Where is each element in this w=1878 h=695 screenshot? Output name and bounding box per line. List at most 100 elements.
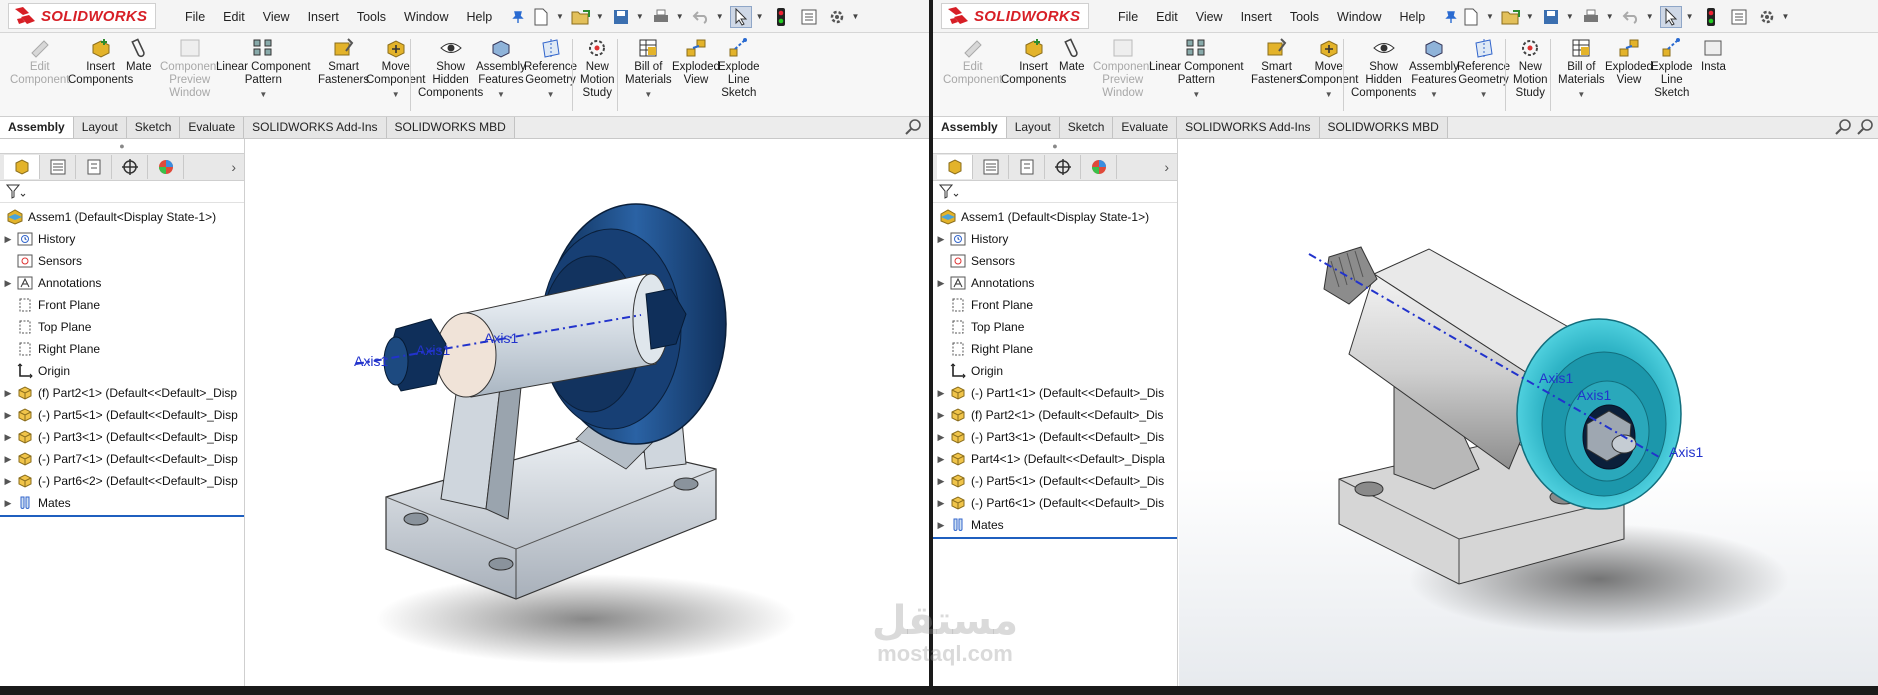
chevron-down-icon[interactable]: ▼ xyxy=(676,12,684,21)
expand-arrow-icon[interactable]: ▶ xyxy=(933,410,949,421)
axis-label[interactable]: Axis1 xyxy=(1669,444,1703,460)
tree-item[interactable]: ▶ (-) Part3<1> (Default<<Default>_Dis xyxy=(933,426,1177,448)
tree-item[interactable]: Origin xyxy=(0,360,244,382)
tree-item[interactable]: ▶ (-) Part1<1> (Default<<Default>_Dis xyxy=(933,382,1177,404)
tree-item[interactable]: ▶ (f) Part2<1> (Default<<Default>_Disp xyxy=(0,382,244,404)
tree-root-item[interactable]: Assem1 (Default<Display State-1>) xyxy=(933,206,1177,228)
rollback-bar[interactable] xyxy=(0,515,244,517)
expand-arrow-icon[interactable]: ▶ xyxy=(0,454,16,465)
select-button[interactable] xyxy=(1659,5,1682,28)
gear-icon[interactable] xyxy=(1756,6,1778,28)
print-button[interactable] xyxy=(1580,6,1602,28)
zoom-to-area-icon[interactable] xyxy=(1857,118,1875,136)
panel-grip[interactable]: ● xyxy=(933,139,1177,153)
tab-evaluate[interactable]: Evaluate xyxy=(1113,117,1178,138)
expand-arrow-icon[interactable]: ▶ xyxy=(933,432,949,443)
menu-help[interactable]: Help xyxy=(1391,10,1435,24)
menu-tools[interactable]: Tools xyxy=(348,10,395,24)
display-manager-tab-icon[interactable] xyxy=(148,155,184,179)
print-button[interactable] xyxy=(650,6,672,28)
chevron-down-icon[interactable]: ▼ xyxy=(756,12,764,21)
featuremanager-tab-icon[interactable] xyxy=(4,155,40,179)
menu-view[interactable]: View xyxy=(254,10,299,24)
chevron-down-icon[interactable]: ▼ xyxy=(1606,12,1614,21)
menu-view[interactable]: View xyxy=(1187,10,1232,24)
open-button[interactable] xyxy=(570,6,592,28)
linear-component-pattern-button[interactable]: Linear Component Pattern ▼ xyxy=(1149,37,1244,101)
chevron-down-icon[interactable]: ▼ xyxy=(547,88,555,101)
pin-icon[interactable] xyxy=(511,10,525,24)
reference-geometry-button[interactable]: Reference Geometry ▼ xyxy=(524,37,577,101)
menu-file[interactable]: File xyxy=(1109,10,1147,24)
menu-tools[interactable]: Tools xyxy=(1281,10,1328,24)
tree-item[interactable]: Right Plane xyxy=(933,338,1177,360)
expand-arrow-icon[interactable]: ▶ xyxy=(0,476,16,487)
smart-fasteners-button[interactable]: Smart Fasteners xyxy=(318,37,369,87)
graphics-area[interactable]: Axis1 Axis1 Axis1 xyxy=(1179,139,1878,686)
solidworks-logo[interactable]: SOLIDWORKS xyxy=(8,3,156,29)
move-component-button[interactable]: Move Component ▼ xyxy=(366,37,425,101)
chevron-down-icon[interactable]: ▼ xyxy=(1325,88,1333,101)
chevron-right-icon[interactable]: › xyxy=(1164,159,1169,175)
chevron-down-icon[interactable]: ▼ xyxy=(1192,88,1200,101)
tree-item[interactable]: ▶ (-) Part3<1> (Default<<Default>_Disp xyxy=(0,426,244,448)
chevron-down-icon[interactable]: ▼ xyxy=(1646,12,1654,21)
zoom-to-fit-icon[interactable] xyxy=(1835,118,1853,136)
graphics-area[interactable]: Axis1 Axis1 Axis1 xyxy=(246,139,929,686)
file-properties-icon[interactable] xyxy=(798,6,820,28)
expand-arrow-icon[interactable]: ▶ xyxy=(0,278,16,289)
expand-arrow-icon[interactable]: ▶ xyxy=(0,432,16,443)
axis-label[interactable]: Axis1 xyxy=(1577,387,1611,403)
axis-label[interactable]: Axis1 xyxy=(1539,370,1573,386)
tab-sketch[interactable]: Sketch xyxy=(126,117,181,138)
panel-grip[interactable]: ● xyxy=(0,139,244,153)
mate-button[interactable]: Mate xyxy=(1059,37,1085,74)
component-preview-window-button[interactable]: Component Preview Window xyxy=(160,37,219,100)
tree-item[interactable]: ▶ (-) Part6<2> (Default<<Default>_Disp xyxy=(0,470,244,492)
bill-of-materials-button[interactable]: Bill of Materials ▼ xyxy=(1558,37,1605,101)
chevron-down-icon[interactable]: ▼ xyxy=(556,12,564,21)
component-preview-window-button[interactable]: Component Preview Window xyxy=(1093,37,1152,100)
featuremanager-tab-icon[interactable] xyxy=(937,155,973,179)
file-properties-icon[interactable] xyxy=(1728,6,1750,28)
menu-window[interactable]: Window xyxy=(395,10,457,24)
chevron-down-icon[interactable]: ▼ xyxy=(1577,88,1585,101)
dimxpert-tab-icon[interactable] xyxy=(1045,155,1081,179)
expand-arrow-icon[interactable]: ▶ xyxy=(933,498,949,509)
gear-icon[interactable] xyxy=(826,6,848,28)
tab-evaluate[interactable]: Evaluate xyxy=(180,117,245,138)
tree-item[interactable]: ▶ (-) Part5<1> (Default<<Default>_Dis xyxy=(933,470,1177,492)
chevron-down-icon[interactable]: ▼ xyxy=(1486,12,1494,21)
move-component-button[interactable]: Move Component ▼ xyxy=(1299,37,1358,101)
tree-item[interactable]: ▶ (f) Part2<1> (Default<<Default>_Dis xyxy=(933,404,1177,426)
edit-component-button[interactable]: Edit Component xyxy=(943,37,1002,87)
explode-line-sketch-button[interactable]: Explode Line Sketch xyxy=(718,37,760,100)
new-document-button[interactable] xyxy=(1460,6,1482,28)
axis-label[interactable]: Axis1 xyxy=(416,342,450,358)
expand-arrow-icon[interactable]: ▶ xyxy=(0,234,16,245)
mate-button[interactable]: Mate xyxy=(126,37,152,74)
expand-arrow-icon[interactable]: ▶ xyxy=(933,520,949,531)
undo-button[interactable] xyxy=(1620,6,1642,28)
bill-of-materials-button[interactable]: Bill of Materials ▼ xyxy=(625,37,672,101)
chevron-down-icon[interactable]: ▼ xyxy=(1526,12,1534,21)
zoom-icon[interactable] xyxy=(905,118,923,136)
linear-component-pattern-button[interactable]: Linear Component Pattern ▼ xyxy=(216,37,311,101)
chevron-down-icon[interactable]: ▼ xyxy=(852,12,860,21)
tab-layout[interactable]: Layout xyxy=(1006,117,1060,138)
assembly-features-button[interactable]: Assembly Features ▼ xyxy=(1409,37,1459,101)
solidworks-logo[interactable]: SOLIDWORKS xyxy=(941,3,1089,29)
tab-addins[interactable]: SOLIDWORKS Add-Ins xyxy=(244,117,387,138)
explode-line-sketch-button[interactable]: Explode Line Sketch xyxy=(1651,37,1693,100)
tab-sketch[interactable]: Sketch xyxy=(1059,117,1114,138)
configurationmanager-tab-icon[interactable] xyxy=(1009,155,1045,179)
expand-arrow-icon[interactable]: ▶ xyxy=(933,454,949,465)
tree-item[interactable]: Right Plane xyxy=(0,338,244,360)
filter-icon[interactable] xyxy=(939,184,959,200)
tree-root-item[interactable]: Assem1 (Default<Display State-1>) xyxy=(0,206,244,228)
menu-edit[interactable]: Edit xyxy=(214,10,254,24)
tree-item[interactable]: Sensors xyxy=(933,250,1177,272)
axis-label[interactable]: Axis1 xyxy=(484,330,518,346)
tab-mbd[interactable]: SOLIDWORKS MBD xyxy=(386,117,515,138)
insert-components-button[interactable]: Insert Components xyxy=(68,37,133,87)
